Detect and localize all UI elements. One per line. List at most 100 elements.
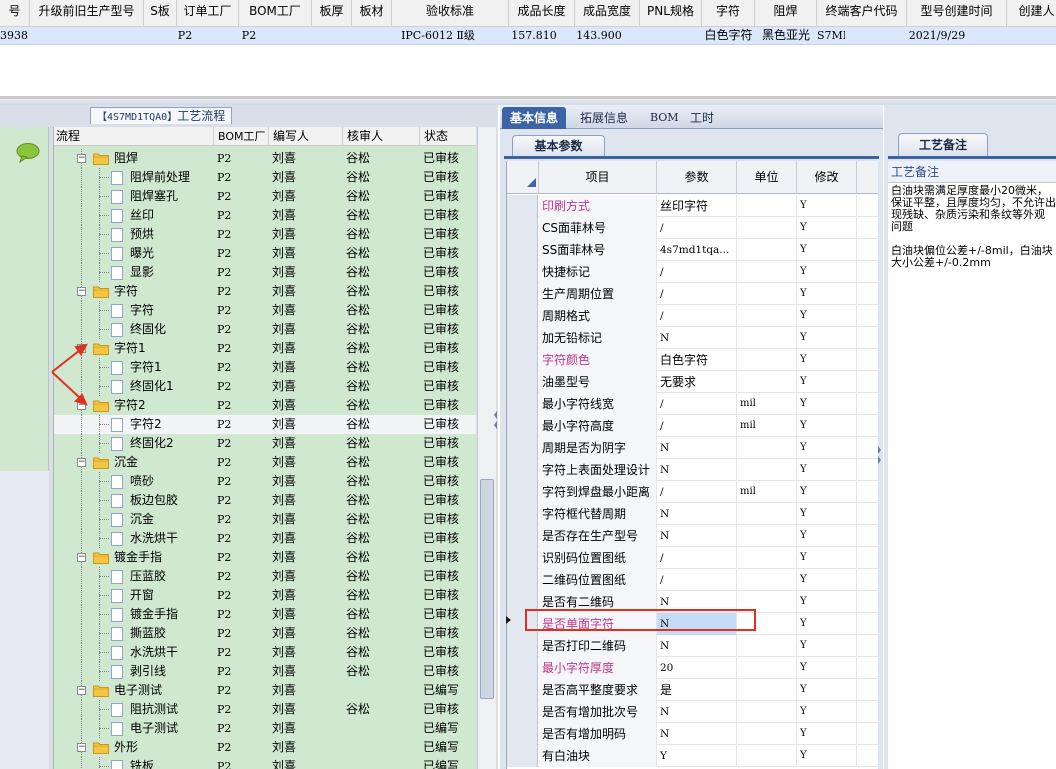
row-header[interactable] — [507, 635, 538, 657]
param-row[interactable]: 是否存在生产型号 N Y — [507, 525, 878, 547]
param-row[interactable]: 是否有增加批次号 N Y — [507, 701, 878, 723]
tree-step-row[interactable]: 沉金 P2 刘喜 谷松 已审核 — [54, 510, 476, 529]
grid-col-value[interactable]: 参数 — [657, 161, 737, 194]
splitter-grip-icon[interactable] — [494, 405, 498, 435]
tree-group-row[interactable]: − 外形 P2 刘喜 已编写 — [54, 738, 476, 757]
order-row[interactable]: 3938 P2 P2 IPC-6012 Ⅱ级 157.810 143.900 白… — [0, 27, 1056, 45]
param-value-field[interactable]: N — [657, 701, 737, 723]
col-header-material[interactable]: 板材 — [352, 0, 392, 27]
tree-step-row[interactable]: 阻焊前处理 P2 刘喜 谷松 已审核 — [54, 168, 476, 187]
collapse-toggle-icon[interactable]: − — [77, 458, 86, 467]
row-header[interactable] — [507, 723, 538, 745]
param-value-field[interactable]: N — [657, 437, 737, 459]
tree-step-row[interactable]: 板边包胶 P2 刘喜 谷松 已审核 — [54, 491, 476, 510]
tree-group-row[interactable]: − 阻焊 P2 刘喜 谷松 已审核 — [54, 149, 476, 168]
param-row[interactable]: 加无铅标记 N Y — [507, 327, 878, 349]
tree-step-row[interactable]: 曝光 P2 刘喜 谷松 已审核 — [54, 244, 476, 263]
param-value-field[interactable]: 白色字符 — [657, 349, 737, 371]
collapse-toggle-icon[interactable]: − — [77, 287, 86, 296]
tree-step-row[interactable]: 终固化 P2 刘喜 谷松 已审核 — [54, 320, 476, 339]
col-header-length[interactable]: 成品长度 — [509, 0, 575, 27]
tree-group-row[interactable]: − 沉金 P2 刘喜 谷松 已审核 — [54, 453, 476, 472]
param-row[interactable]: 是否高平整度要求是 Y — [507, 679, 878, 701]
param-value-field[interactable]: 20 — [657, 657, 737, 679]
param-row[interactable]: 生产周期位置 / Y — [507, 283, 878, 305]
param-row[interactable]: 字符颜色 白色字符 Y — [507, 349, 878, 371]
param-row[interactable]: 最小字符高度 / mil Y — [507, 415, 878, 437]
tree-step-row[interactable]: 压蓝胶 P2 刘喜 谷松 已审核 — [54, 567, 476, 586]
param-value-field[interactable]: / — [657, 393, 737, 415]
tree-scrollbar-thumb[interactable] — [480, 479, 494, 699]
tree-step-row[interactable]: 字符2 P2 刘喜 谷松 已审核 — [54, 415, 476, 434]
tree-col-status[interactable]: 状态 — [419, 127, 476, 146]
param-row[interactable]: 印刷方式 丝印字符 Y — [507, 195, 878, 217]
col-header-bom-factory[interactable]: BOM工厂 — [239, 0, 312, 27]
row-header[interactable] — [507, 195, 538, 217]
tree-group-row[interactable]: − 字符 P2 刘喜 谷松 已审核 — [54, 282, 476, 301]
param-value-field[interactable]: / — [657, 261, 737, 283]
tree-step-row[interactable]: 阻焊塞孔 P2 刘喜 谷松 已审核 — [54, 187, 476, 206]
col-header-width[interactable]: 成品宽度 — [575, 0, 640, 27]
param-row[interactable]: CS面菲林号 / Y — [507, 217, 878, 239]
param-row[interactable]: 字符上表面处理设计 N Y — [507, 459, 878, 481]
tab-basic-params[interactable]: 基本参数 — [512, 135, 605, 156]
row-header[interactable] — [507, 745, 538, 767]
col-header-creator[interactable]: 创建人 — [1007, 0, 1056, 27]
row-header[interactable] — [507, 481, 538, 503]
row-header[interactable] — [507, 459, 538, 481]
param-row[interactable]: 周期格式 / Y — [507, 305, 878, 327]
row-header[interactable] — [507, 415, 538, 437]
row-header[interactable] — [507, 701, 538, 723]
tree-step-row[interactable]: 丝印 P2 刘喜 谷松 已审核 — [54, 206, 476, 225]
tree-step-row[interactable]: 字符1 P2 刘喜 谷松 已审核 — [54, 358, 476, 377]
col-header-pnl[interactable]: PNL规格 — [640, 0, 702, 27]
collapse-toggle-icon[interactable]: − — [77, 154, 86, 163]
param-value-field[interactable]: N — [657, 459, 737, 481]
row-header[interactable] — [507, 327, 538, 349]
row-header[interactable] — [507, 217, 538, 239]
tree-col-reviewer[interactable]: 核审人 — [342, 127, 419, 146]
collapse-toggle-icon[interactable]: − — [77, 686, 86, 695]
grid-col-modify[interactable]: 修改 — [797, 161, 857, 194]
row-header[interactable] — [507, 503, 538, 525]
tab-bom[interactable]: BOM — [642, 107, 687, 129]
tree-step-row[interactable]: 显影 P2 刘喜 谷松 已审核 — [54, 263, 476, 282]
row-header[interactable] — [507, 569, 538, 591]
param-value-field[interactable]: / — [657, 547, 737, 569]
param-value-field[interactable]: N — [657, 723, 737, 745]
row-header[interactable] — [507, 261, 538, 283]
collapse-toggle-icon[interactable]: − — [77, 401, 86, 410]
row-header[interactable] — [507, 525, 538, 547]
col-header-id[interactable]: 号 — [0, 0, 30, 27]
tree-step-row[interactable]: 字符 P2 刘喜 谷松 已审核 — [54, 301, 476, 320]
param-value-field[interactable]: N — [657, 525, 737, 547]
row-header[interactable] — [507, 547, 538, 569]
param-row[interactable]: 最小字符线宽 / mil Y — [507, 393, 878, 415]
param-value-field[interactable]: / — [657, 481, 737, 503]
param-row[interactable]: 字符框代替周期 N Y — [507, 503, 878, 525]
tree-group-row[interactable]: − 电子测试 P2 刘喜 已编写 — [54, 681, 476, 700]
row-header[interactable] — [507, 305, 538, 327]
param-value-field[interactable]: 4s7md1tqa... — [657, 239, 737, 261]
row-header[interactable] — [507, 679, 538, 701]
tree-step-row[interactable]: 阻抗测试 P2 刘喜 谷松 已审核 — [54, 700, 476, 719]
collapse-toggle-icon[interactable]: − — [77, 553, 86, 562]
param-row[interactable]: 二维码位置图纸 / Y — [507, 569, 878, 591]
param-row[interactable]: 识别码位置图纸 / Y — [507, 547, 878, 569]
param-value-field[interactable]: / — [657, 305, 737, 327]
col-header-old-model[interactable]: 升级前旧生产型号 — [30, 0, 144, 27]
tab-basic-info[interactable]: 基本信息 — [502, 107, 567, 129]
tab-process-flow[interactable]: 【4S7MD1TQA0】工艺流程 — [90, 107, 233, 124]
row-header[interactable] — [507, 393, 538, 415]
tree-group-row[interactable]: − 字符2 P2 刘喜 谷松 已审核 — [54, 396, 476, 415]
tree-scrollbar[interactable] — [477, 127, 496, 769]
param-value-field[interactable]: 丝印字符 — [657, 195, 737, 217]
tree-step-row[interactable]: 开窗 P2 刘喜 谷松 已审核 — [54, 586, 476, 605]
col-header-standard[interactable]: 验收标准 — [392, 0, 509, 27]
row-header[interactable] — [507, 349, 538, 371]
tab-extended-info[interactable]: 拓展信息 — [572, 107, 636, 129]
tree-col-bom[interactable]: BOM工厂 — [213, 127, 268, 146]
tree-step-row[interactable]: 剥引线 P2 刘喜 谷松 已审核 — [54, 662, 476, 681]
param-value-field[interactable]: / — [657, 217, 737, 239]
col-header-order-factory[interactable]: 订单工厂 — [177, 0, 239, 27]
